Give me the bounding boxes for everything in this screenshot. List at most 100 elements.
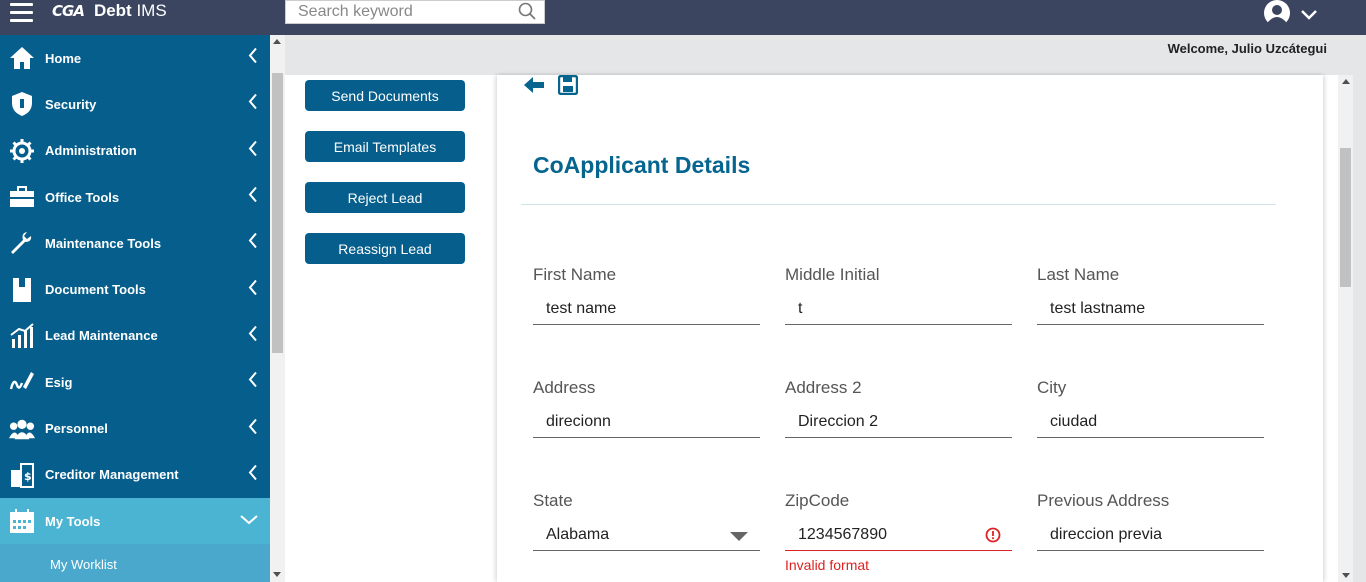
first-name-label: First Name <box>533 265 617 284</box>
state-label: State <box>533 491 573 510</box>
sidebar-item-document-tools[interactable]: Document Tools <box>0 266 270 312</box>
card-title: CoApplicant Details <box>533 152 751 178</box>
sidebar-item-administration[interactable]: Administration <box>0 128 270 174</box>
sidebar-item-label: Creditor Management <box>45 467 179 483</box>
page-edge <box>1353 35 1366 582</box>
city-field: City ciudad <box>1037 378 1264 438</box>
wrench-icon <box>9 230 35 256</box>
chevron-left-icon <box>248 233 258 254</box>
app-brand[interactable]: CGA Debt IMS <box>52 0 167 22</box>
shield-icon <box>9 91 35 117</box>
sidebar-item-label: Administration <box>45 143 137 159</box>
sidebar-scrollbar[interactable] <box>270 35 285 582</box>
last-name-label: Last Name <box>1037 265 1120 284</box>
sidebar-item-label: Esig <box>45 374 73 390</box>
zipcode-input[interactable]: 1234567890 <box>785 519 1012 551</box>
book-icon <box>9 277 35 303</box>
sidebar-item-security[interactable]: Security <box>0 81 270 127</box>
last-name-input[interactable]: test lastname <box>1037 293 1264 325</box>
creditor-icon: $ <box>9 462 35 488</box>
chevron-left-icon <box>248 94 258 115</box>
address-field: Address direcionn <box>533 378 760 438</box>
error-icon <box>985 527 1001 548</box>
city-input[interactable]: ciudad <box>1037 406 1264 438</box>
search-icon[interactable] <box>518 2 536 25</box>
sidebar: Home Security Administration Office Tool… <box>0 35 270 582</box>
address2-label: Address 2 <box>785 378 862 397</box>
calendar-icon <box>9 508 35 534</box>
state-field: State Alabama <box>533 491 760 551</box>
sidebar-subitem-my-worklist[interactable]: My Worklist <box>0 544 270 582</box>
hamburger-menu-icon[interactable] <box>10 3 33 23</box>
scroll-down-arrow-icon[interactable] <box>1342 573 1350 578</box>
previous-address-field: Previous Address direccion previa <box>1037 491 1264 551</box>
chevron-left-icon <box>248 279 258 300</box>
brand-logo: CGA <box>52 2 85 20</box>
zipcode-field: ZipCode 1234567890 Invalid format <box>785 491 1012 573</box>
first-name-input[interactable]: test name <box>533 293 760 325</box>
last-name-field: Last Name test lastname <box>1037 265 1264 325</box>
title-divider <box>521 204 1276 205</box>
previous-address-label: Previous Address <box>1037 491 1170 510</box>
scroll-up-arrow-icon[interactable] <box>1342 79 1350 84</box>
sidebar-item-maintenance-tools[interactable]: Maintenance Tools <box>0 220 270 266</box>
sidebar-item-label: Document Tools <box>45 282 146 298</box>
sidebar-item-label: My Tools <box>45 513 101 529</box>
first-name-field: First Name test name <box>533 265 760 325</box>
chevron-left-icon <box>248 464 258 485</box>
sidebar-item-label: Maintenance Tools <box>45 235 162 251</box>
chevron-left-icon <box>248 325 258 346</box>
welcome-text: Welcome, Julio Uzcátegui <box>1167 41 1327 56</box>
save-icon[interactable] <box>557 74 579 100</box>
state-select[interactable]: Alabama <box>533 519 760 551</box>
sidebar-item-label: Personnel <box>45 421 108 437</box>
briefcase-icon <box>9 184 35 210</box>
gear-icon <box>9 138 35 164</box>
sidebar-item-label: Home <box>45 50 82 66</box>
user-avatar-icon[interactable] <box>1262 0 1292 35</box>
search-input[interactable] <box>286 1 506 23</box>
address2-input[interactable]: Direccion 2 <box>785 406 1012 438</box>
sidebar-item-my-tools[interactable]: My Tools <box>0 497 270 545</box>
sidebar-item-label: Lead Maintenance <box>45 328 158 344</box>
middle-initial-input[interactable]: t <box>785 293 1012 325</box>
middle-initial-label: Middle Initial <box>785 265 880 284</box>
sidebar-item-lead-maintenance[interactable]: Lead Maintenance <box>0 313 270 359</box>
search-box <box>285 0 545 24</box>
chart-icon <box>9 323 35 349</box>
sidebar-item-office-tools[interactable]: Office Tools <box>0 174 270 220</box>
sidebar-item-label: Security <box>45 96 97 112</box>
sidebar-item-home[interactable]: Home <box>0 35 270 81</box>
svg-text:$: $ <box>24 470 32 483</box>
people-icon <box>9 416 35 442</box>
zipcode-label: ZipCode <box>785 491 850 510</box>
scrollbar-thumb[interactable] <box>1340 148 1351 287</box>
address2-field: Address 2 Direccion 2 <box>785 378 1012 438</box>
email-templates-button[interactable]: Email Templates <box>305 131 465 162</box>
sidebar-item-creditor-management[interactable]: $ Creditor Management <box>0 452 270 498</box>
scroll-up-arrow-icon[interactable] <box>273 39 281 44</box>
address-input[interactable]: direcionn <box>533 406 760 438</box>
user-menu-chevron-down-icon[interactable] <box>1300 8 1318 26</box>
reject-lead-button[interactable]: Reject Lead <box>305 182 465 213</box>
main-scrollbar[interactable] <box>1338 75 1353 582</box>
zipcode-error-message: Invalid format <box>785 557 870 573</box>
top-bar: CGA Debt IMS <box>0 0 1366 35</box>
address-label: Address <box>533 378 596 397</box>
chevron-left-icon <box>248 186 258 208</box>
sidebar-item-personnel[interactable]: Personnel <box>0 405 270 451</box>
scroll-down-arrow-icon[interactable] <box>273 572 281 577</box>
send-documents-button[interactable]: Send Documents <box>305 80 465 111</box>
coapplicant-card: CoApplicant Details First Name test name… <box>497 74 1323 582</box>
city-label: City <box>1037 378 1067 397</box>
reassign-lead-button[interactable]: Reassign Lead <box>305 233 465 264</box>
sidebar-item-esig[interactable]: Esig <box>0 359 270 405</box>
back-arrow-icon[interactable] <box>523 75 545 100</box>
previous-address-input[interactable]: direccion previa <box>1037 519 1264 551</box>
home-icon <box>9 45 35 71</box>
middle-initial-field: Middle Initial t <box>785 265 1012 325</box>
chevron-left-icon <box>248 372 258 393</box>
dropdown-arrow-icon[interactable] <box>730 532 748 541</box>
welcome-bar: Welcome, Julio Uzcátegui <box>285 35 1338 75</box>
scrollbar-thumb[interactable] <box>272 73 283 353</box>
